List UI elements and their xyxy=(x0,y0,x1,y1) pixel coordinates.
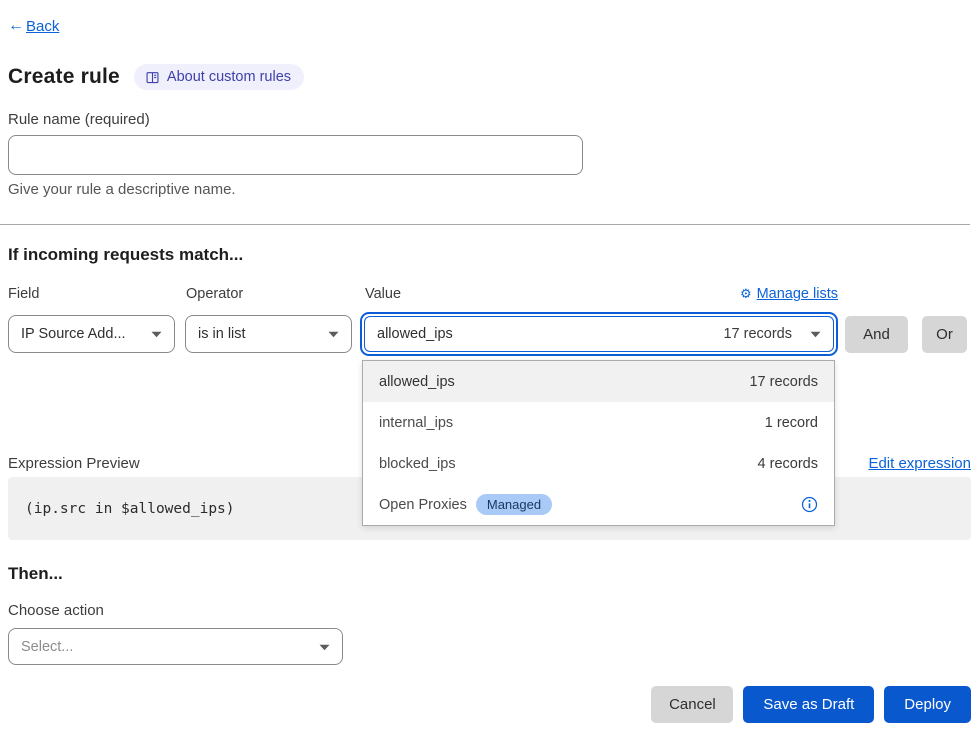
list-item-internal-ips[interactable]: internal_ips 1 record xyxy=(363,402,834,443)
deploy-button[interactable]: Deploy xyxy=(884,686,971,723)
field-label: Field xyxy=(8,286,186,302)
and-button[interactable]: And xyxy=(845,316,908,353)
list-item-allowed-ips[interactable]: allowed_ips 17 records xyxy=(363,361,834,402)
manage-lists-label: Manage lists xyxy=(757,286,838,302)
save-as-draft-button[interactable]: Save as Draft xyxy=(743,686,874,723)
create-rule-page: ←Back Create rule About custom rules Rul… xyxy=(0,0,979,739)
expression-code: (ip.src in $allowed_ips) xyxy=(25,501,235,517)
manage-lists-link[interactable]: ⚙ Manage lists xyxy=(740,286,838,302)
operator-select[interactable]: is in list xyxy=(185,315,352,353)
rule-name-label: Rule name (required) xyxy=(8,111,971,128)
expression-preview-label: Expression Preview xyxy=(8,455,140,472)
value-select[interactable]: allowed_ips 17 records xyxy=(364,316,834,352)
list-item-name: internal_ips xyxy=(379,415,453,431)
list-item-name: Open Proxies xyxy=(379,497,467,513)
action-select-placeholder: Select... xyxy=(21,639,73,655)
gear-icon: ⚙ xyxy=(740,286,752,302)
choose-action-label: Choose action xyxy=(8,602,971,619)
operator-select-value: is in list xyxy=(198,326,246,342)
field-select-value: IP Source Add... xyxy=(21,326,126,342)
section-divider xyxy=(0,224,970,225)
or-button[interactable]: Or xyxy=(922,316,967,353)
condition-labels-row: Field Operator Value ⚙ Manage lists xyxy=(8,286,971,302)
value-select-wrapper: allowed_ips 17 records allowed_ips 17 re… xyxy=(360,312,838,356)
page-header: Create rule About custom rules xyxy=(8,64,971,90)
list-item-blocked-ips[interactable]: blocked_ips 4 records xyxy=(363,443,834,484)
chevron-down-icon xyxy=(319,639,330,655)
chevron-down-icon xyxy=(328,326,339,342)
chevron-down-icon xyxy=(810,326,821,342)
cancel-button[interactable]: Cancel xyxy=(651,686,733,723)
book-icon xyxy=(145,70,160,85)
value-select-focus-ring: allowed_ips 17 records xyxy=(360,312,838,356)
action-select[interactable]: Select... xyxy=(8,628,343,665)
back-arrow-icon: ← xyxy=(8,17,24,35)
list-item-open-proxies[interactable]: Open Proxies Managed xyxy=(363,484,834,525)
value-dropdown-panel: allowed_ips 17 records internal_ips 1 re… xyxy=(362,360,835,526)
back-link[interactable]: ←Back xyxy=(8,0,59,35)
then-section-heading: Then... xyxy=(8,564,971,584)
about-badge-label: About custom rules xyxy=(167,69,291,85)
info-icon[interactable] xyxy=(801,496,818,513)
value-select-meta: 17 records xyxy=(723,326,792,342)
footer-actions: Cancel Save as Draft Deploy xyxy=(8,686,971,723)
list-item-meta: 4 records xyxy=(758,456,818,472)
chevron-down-icon xyxy=(151,326,162,342)
list-item-name: blocked_ips xyxy=(379,456,456,472)
value-select-name: allowed_ips xyxy=(377,326,723,342)
rule-name-helper: Give your rule a descriptive name. xyxy=(8,181,971,198)
page-title: Create rule xyxy=(8,65,120,89)
about-custom-rules-link[interactable]: About custom rules xyxy=(134,64,304,90)
list-item-name: allowed_ips xyxy=(379,374,455,390)
rule-name-input[interactable] xyxy=(8,135,583,175)
back-link-label: Back xyxy=(26,18,59,35)
list-item-meta: 17 records xyxy=(749,374,818,390)
value-label: Value xyxy=(365,286,401,302)
edit-expression-link[interactable]: Edit expression xyxy=(868,455,971,472)
managed-badge: Managed xyxy=(476,494,552,515)
match-section-heading: If incoming requests match... xyxy=(8,245,971,265)
operator-label: Operator xyxy=(186,286,365,302)
field-select[interactable]: IP Source Add... xyxy=(8,315,175,353)
list-item-meta: 1 record xyxy=(765,415,818,431)
condition-row: IP Source Add... is in list allowed_ips … xyxy=(8,312,971,356)
